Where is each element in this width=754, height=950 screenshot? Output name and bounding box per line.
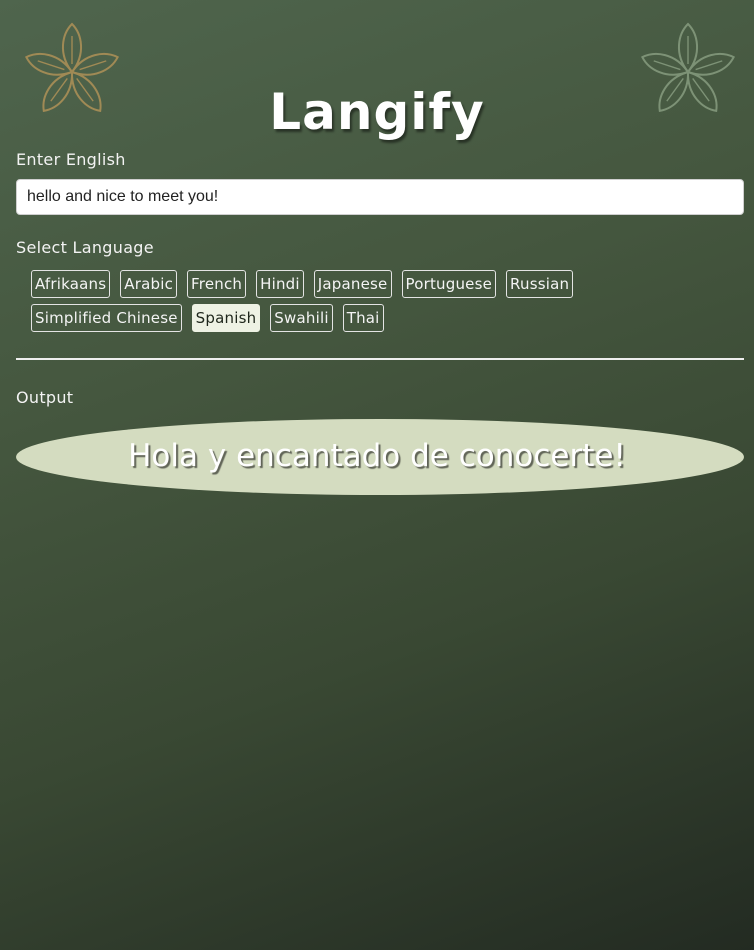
- language-button-row: Afrikaans Arabic French Hindi Japanese P…: [31, 270, 574, 298]
- language-button-russian[interactable]: Russian: [506, 270, 574, 298]
- language-label: Select Language: [16, 238, 154, 257]
- language-button-spanish[interactable]: Spanish: [191, 304, 261, 332]
- language-button-swahili[interactable]: Swahili: [270, 304, 333, 332]
- output-label: Output: [16, 388, 74, 407]
- input-label: Enter English: [16, 150, 126, 169]
- language-button-arabic[interactable]: Arabic: [120, 270, 178, 298]
- app-title: Langify: [269, 83, 485, 141]
- language-button-hindi[interactable]: Hindi: [256, 270, 304, 298]
- section-divider: [16, 358, 744, 360]
- english-text-input[interactable]: [16, 179, 744, 215]
- translated-output-text: Hola y encantado de conocerte!: [128, 438, 626, 474]
- language-button-japanese[interactable]: Japanese: [313, 270, 392, 298]
- language-button-row: Simplified Chinese Spanish Swahili Thai: [31, 304, 384, 332]
- language-button-french[interactable]: French: [187, 270, 247, 298]
- language-button-afrikaans[interactable]: Afrikaans: [31, 270, 111, 298]
- language-button-portuguese[interactable]: Portuguese: [401, 270, 497, 298]
- language-button-thai[interactable]: Thai: [342, 304, 384, 332]
- language-button-simplified-chinese[interactable]: Simplified Chinese: [31, 304, 182, 332]
